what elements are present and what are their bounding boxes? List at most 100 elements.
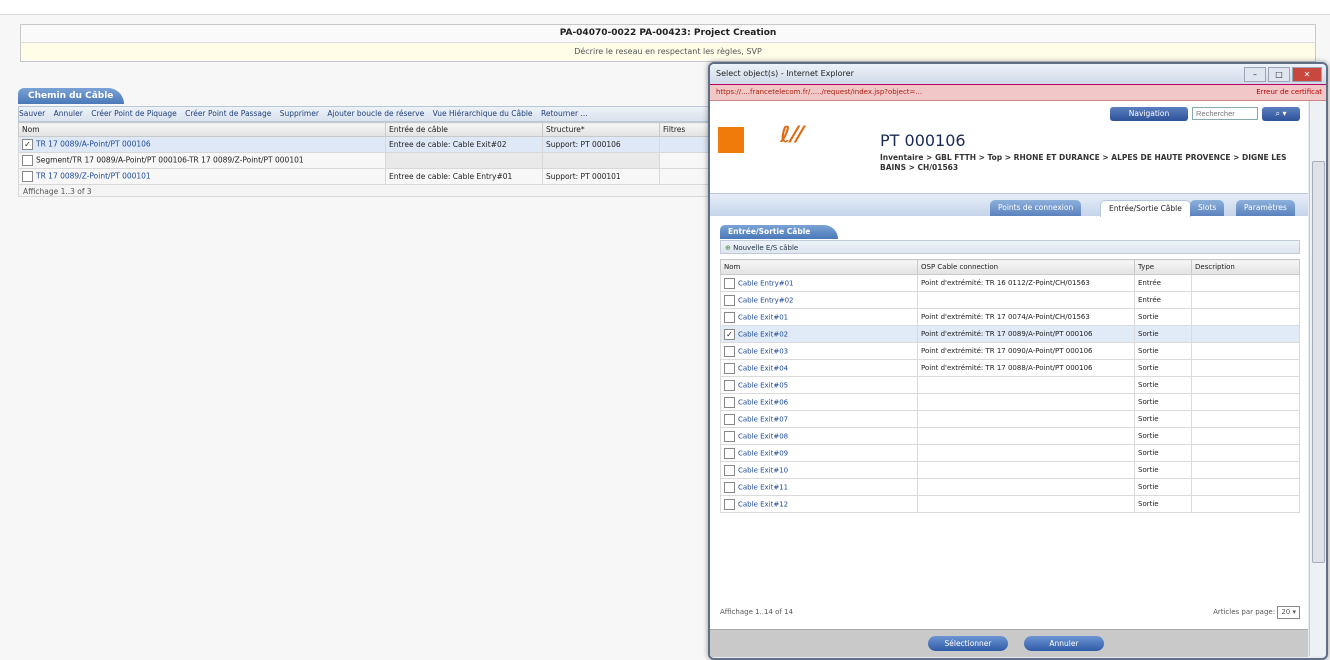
popup-scrollbar[interactable] xyxy=(1309,101,1326,656)
table-row[interactable]: Cable Exit#12 Sortie xyxy=(720,495,1300,513)
row-name-link[interactable]: Cable Exit#09 xyxy=(738,449,788,457)
add-icon: ⊕ xyxy=(725,244,734,252)
table-row[interactable]: Cable Exit#04 Point d'extrémité: TR 17 00… xyxy=(720,359,1300,377)
table-row[interactable]: Segment/TR 17 0089/A-Point/PT 000106-TR … xyxy=(18,152,718,169)
delete-button[interactable]: Supprimer xyxy=(280,109,319,118)
table-row[interactable]: Cable Entry#02 Entrée xyxy=(720,291,1300,309)
table-row[interactable]: Cable Exit#10 Sortie xyxy=(720,461,1300,479)
cable-path-table: Nom Entrée de câble Structure* Filtres ✓… xyxy=(18,122,718,185)
table-row[interactable]: Cable Exit#07 Sortie xyxy=(720,410,1300,428)
save-button[interactable]: Sauver xyxy=(19,109,45,118)
column-name[interactable]: Nom xyxy=(18,122,386,137)
table-row[interactable]: Cable Exit#01 Point d'extrémité: TR 17 00… xyxy=(720,308,1300,326)
create-pass-point-button[interactable]: Créer Point de Passage xyxy=(185,109,271,118)
maximize-icon[interactable]: □ xyxy=(1268,67,1290,82)
row-checkbox[interactable] xyxy=(724,362,735,374)
table-row[interactable]: ✓ TR 17 0089/A-Point/PT 000106 Entree de … xyxy=(18,136,718,153)
column-name[interactable]: Nom xyxy=(720,259,918,275)
tab-parameters[interactable]: Paramètres xyxy=(1236,200,1295,216)
close-icon[interactable]: ✕ xyxy=(1292,67,1322,82)
row-connection: Point d'extrémité: TR 17 0090/A-Point/PT… xyxy=(917,342,1135,360)
row-name-link[interactable]: Cable Exit#10 xyxy=(738,466,788,474)
row-structure: Support: PT 000106 xyxy=(546,140,621,149)
table-row[interactable]: Cable Exit#08 Sortie xyxy=(720,427,1300,445)
row-name-link[interactable]: Segment/TR 17 0089/A-Point/PT 000106-TR … xyxy=(36,156,304,165)
select-object-popup: Select object(s) - Internet Explorer – □ ✕… xyxy=(708,62,1328,660)
new-cable-io-button[interactable]: ⊕ Nouvelle E/S câble xyxy=(720,240,1300,254)
table-row[interactable]: Cable Exit#05 Sortie xyxy=(720,376,1300,394)
column-osp-connection[interactable]: OSP Cable connection xyxy=(917,259,1135,275)
search-icon[interactable]: ⌕ ▾ xyxy=(1262,107,1300,121)
row-checkbox[interactable] xyxy=(724,379,735,391)
table-row[interactable]: ✓ Cable Exit#02 Point d'extrémité: TR 17 0… xyxy=(720,325,1300,343)
table-row[interactable]: Cable Exit#06 Sortie xyxy=(720,393,1300,411)
row-type: Sortie xyxy=(1134,444,1192,462)
row-checkbox[interactable] xyxy=(724,498,735,510)
subtab-cable-io[interactable]: Entrée/Sortie Câble xyxy=(720,225,838,239)
row-name-link[interactable]: TR 17 0089/A-Point/PT 000106 xyxy=(36,140,151,149)
row-checkbox[interactable] xyxy=(724,464,735,476)
cancel-button[interactable]: Annuler xyxy=(1024,636,1104,651)
row-type: Sortie xyxy=(1134,376,1192,394)
address-text[interactable]: https://....francetelecom.fr/...../reque… xyxy=(716,88,922,96)
column-structure[interactable]: Structure* xyxy=(542,122,660,137)
table-row[interactable]: Cable Exit#11 Sortie xyxy=(720,478,1300,496)
table-row[interactable]: Cable Exit#03 Point d'extrémité: TR 17 00… xyxy=(720,342,1300,360)
cert-error[interactable]: Erreur de certificat xyxy=(1256,85,1322,100)
minimize-icon[interactable]: – xyxy=(1244,67,1266,82)
row-checkbox[interactable] xyxy=(724,294,735,306)
row-checkbox[interactable] xyxy=(724,277,735,289)
row-entry: Entree de cable: Cable Exit#02 xyxy=(389,140,507,149)
tab-cable-io[interactable]: Entrée/Sortie Câble xyxy=(1100,200,1191,217)
create-tap-point-button[interactable]: Créer Point de Piquage xyxy=(91,109,177,118)
tab-connection-points[interactable]: Points de connexion xyxy=(990,200,1082,216)
row-checkbox[interactable] xyxy=(22,155,33,166)
row-checkbox[interactable] xyxy=(724,447,735,459)
address-bar[interactable]: https://....francetelecom.fr/...../reque… xyxy=(710,84,1326,101)
hierarchy-view-button[interactable]: Vue Hiérarchique du Câble xyxy=(433,109,533,118)
tab-slots[interactable]: Slots xyxy=(1190,200,1225,216)
cancel-button[interactable]: Annuler xyxy=(54,109,83,118)
table-row[interactable]: Cable Exit#09 Sortie xyxy=(720,444,1300,462)
row-name-link[interactable]: Cable Exit#01 xyxy=(738,313,788,321)
table-row[interactable]: Cable Entry#01 Point d'extrémité: TR 16 0… xyxy=(720,274,1300,292)
row-checkbox[interactable] xyxy=(724,396,735,408)
column-type[interactable]: Type xyxy=(1134,259,1192,275)
row-name-link[interactable]: Cable Exit#06 xyxy=(738,398,788,406)
row-checkbox[interactable]: ✓ xyxy=(724,328,735,340)
row-name-link[interactable]: TR 17 0089/Z-Point/PT 000101 xyxy=(36,172,151,181)
row-checkbox[interactable] xyxy=(724,345,735,357)
return-button[interactable]: Retourner ... xyxy=(541,109,588,118)
row-name-link[interactable]: Cable Exit#07 xyxy=(738,415,788,423)
scrollbar-thumb[interactable] xyxy=(1312,161,1325,563)
row-type: Sortie xyxy=(1134,342,1192,360)
row-name-link[interactable]: Cable Exit#08 xyxy=(738,432,788,440)
row-name-link[interactable]: Cable Exit#03 xyxy=(738,347,788,355)
row-checkbox[interactable] xyxy=(724,413,735,425)
add-reserve-loop-button[interactable]: Ajouter boucle de réserve xyxy=(327,109,424,118)
row-type: Entrée xyxy=(1134,291,1192,309)
row-checkbox[interactable]: ✓ xyxy=(22,139,33,150)
select-button[interactable]: Sélectionner xyxy=(928,636,1008,651)
column-entry[interactable]: Entrée de câble xyxy=(385,122,543,137)
row-checkbox[interactable] xyxy=(724,481,735,493)
search-input[interactable] xyxy=(1192,107,1258,120)
table-row[interactable]: TR 17 0089/Z-Point/PT 000101 Entree de c… xyxy=(18,168,718,185)
row-name-link[interactable]: Cable Exit#02 xyxy=(738,330,788,338)
navigation-button[interactable]: Navigation xyxy=(1110,107,1188,121)
column-description[interactable]: Description xyxy=(1191,259,1300,275)
per-page-select[interactable]: 20 ▾ xyxy=(1277,606,1300,619)
row-checkbox[interactable] xyxy=(22,171,33,182)
row-name-link[interactable]: Cable Exit#11 xyxy=(738,483,788,491)
row-checkbox[interactable] xyxy=(724,430,735,442)
row-name-link[interactable]: Cable Exit#05 xyxy=(738,381,788,389)
row-checkbox[interactable] xyxy=(724,311,735,323)
row-type: Sortie xyxy=(1134,461,1192,479)
row-connection: Point d'extrémité: TR 17 0088/A-Point/PT… xyxy=(917,359,1135,377)
tab-cable-path[interactable]: Chemin du Câble xyxy=(18,88,124,104)
row-name-link[interactable]: Cable Entry#01 xyxy=(738,279,794,287)
row-name-link[interactable]: Cable Exit#04 xyxy=(738,364,788,372)
row-name-link[interactable]: Cable Exit#12 xyxy=(738,500,788,508)
row-name-link[interactable]: Cable Entry#02 xyxy=(738,296,794,304)
popup-title: Select object(s) - Internet Explorer xyxy=(710,64,1326,84)
